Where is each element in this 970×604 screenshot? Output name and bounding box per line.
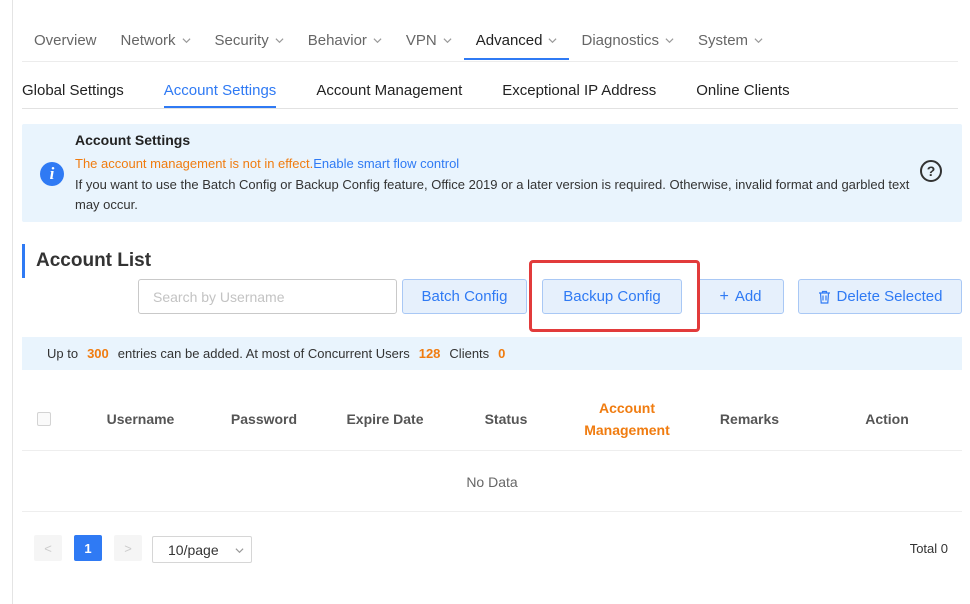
tab-global-settings[interactable]: Global Settings [22,76,124,106]
column-status: Status [484,411,528,427]
chevron-down-icon [182,37,191,43]
divider [22,108,958,109]
info-banner: i Account Settings The account managemen… [22,124,962,222]
table-header: Username Password Expire Date Status Acc… [22,387,962,451]
nav-label: VPN [405,31,437,49]
total-count: Total 0 [909,541,948,556]
nav-label: Network [120,31,176,49]
search-input[interactable] [138,279,397,314]
clients-label: Clients [449,346,490,361]
nav-label: Overview [34,31,97,49]
column-expire-date: Expire Date [346,411,424,427]
limits-middle: entries can be added. At most of Concurr… [117,346,410,361]
nav-diagnostics[interactable]: Diagnostics [569,22,686,58]
nav-security[interactable]: Security [203,22,296,58]
nav-behavior[interactable]: Behavior [296,22,394,58]
column-action: Action [865,411,909,427]
nav-label: Behavior [307,31,367,49]
page-size-value: 10/page [168,541,219,558]
nav-label: Security [214,31,269,49]
tab-exceptional-ip-address[interactable]: Exceptional IP Address [502,76,656,106]
button-label: Delete Selected [836,288,943,305]
info-title: Account Settings [75,132,191,148]
section-accent-bar [22,244,25,278]
chevron-down-icon [275,37,284,43]
page-number-button[interactable]: 1 [74,535,102,561]
nav-overview[interactable]: Overview [22,22,109,58]
column-account-management: Account Management [584,400,670,438]
plus-icon: + [719,287,729,305]
divider [22,61,958,62]
chevron-down-icon [373,37,382,43]
chevron-down-icon [548,37,557,43]
chevron-down-icon [754,37,763,43]
column-username: Username [106,411,175,427]
page-size-select[interactable]: 10/page [152,536,252,563]
nav-network[interactable]: Network [109,22,203,58]
tab-account-management[interactable]: Account Management [316,76,462,106]
trash-icon [818,290,830,304]
frame-border [12,0,13,604]
section-title: Account List [36,250,152,271]
select-all-checkbox[interactable] [37,412,51,426]
nav-label: System [698,31,749,49]
column-remarks: Remarks [719,411,780,427]
column-password: Password [230,411,298,427]
top-nav: Overview Network Security Behavior VPN A… [22,22,775,60]
nav-label: Advanced [475,31,543,49]
button-label: Add [734,288,762,305]
batch-config-button[interactable]: Batch Config [402,279,527,314]
chevron-down-icon [665,37,674,43]
enable-smart-flow-control-link[interactable]: Enable smart flow control [313,156,459,171]
max-entries-value: 300 [87,346,109,361]
info-note: If you want to use the Batch Config or B… [75,177,910,212]
highlight-box [529,260,700,332]
info-icon: i [40,162,64,186]
nav-vpn[interactable]: VPN [394,22,464,58]
limits-prefix: Up to [47,346,79,361]
tab-account-settings[interactable]: Account Settings [163,76,276,108]
info-status-line: The account management is not in effect.… [75,156,459,171]
limits-banner: Up to 300 entries can be added. At most … [22,337,962,370]
chevron-down-icon [235,548,244,554]
tab-online-clients[interactable]: Online Clients [696,76,789,106]
add-button[interactable]: + Add [697,279,784,314]
nav-label: Diagnostics [581,31,660,49]
nav-system[interactable]: System [686,22,775,58]
concurrent-users-value: 128 [418,346,441,361]
delete-selected-button[interactable]: Delete Selected [798,279,962,314]
clients-value: 0 [498,346,506,361]
warning-text: The account management is not in effect. [75,156,314,171]
sub-tabs: Global Settings Account Settings Account… [22,76,830,108]
prev-page-button[interactable]: < [34,535,62,561]
nav-advanced[interactable]: Advanced [463,22,570,60]
button-label: Batch Config [421,288,508,305]
next-page-button[interactable]: > [114,535,142,561]
question-circle-icon[interactable]: ? [920,160,942,182]
chevron-down-icon [443,37,452,43]
empty-state: No Data [22,452,962,512]
